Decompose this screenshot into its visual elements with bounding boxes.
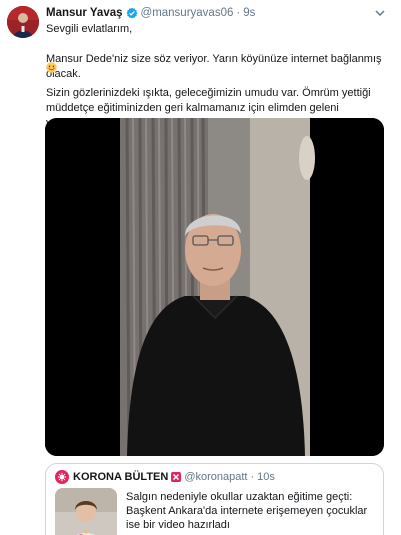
corona-bulletin-logo-icon[interactable] xyxy=(55,470,69,484)
verified-badge-icon xyxy=(126,7,137,19)
quoted-tweet-header: KORONA BÜLTEN @koronapatt · 10s xyxy=(55,470,275,484)
smiling-face-emoji xyxy=(46,62,57,73)
author-handle[interactable]: @mansuryavas06 xyxy=(141,7,234,19)
tweet-timestamp[interactable]: 9s xyxy=(243,7,255,19)
quoted-tweet-thumbnail[interactable] xyxy=(55,488,117,535)
tweet-text-greeting: Sevgili evlatlarım, xyxy=(46,23,133,35)
author-name[interactable]: Mansur Yavaş xyxy=(46,7,123,19)
quoted-timestamp[interactable]: 10s xyxy=(257,471,275,483)
tweet-text-promise: Mansur Dede'niz size söz veriyor. Yarın … xyxy=(46,53,382,80)
quoted-separator-dot: · xyxy=(250,471,255,483)
video-frame xyxy=(45,118,384,456)
quoted-author-handle[interactable]: @koronapatt xyxy=(184,471,247,483)
quoted-tweet[interactable]: KORONA BÜLTEN @koronapatt · 10s Salgın n… xyxy=(45,463,384,535)
tweet-video[interactable] xyxy=(45,118,384,456)
quoted-tweet-text: Salgın nedeniyle okullar uzaktan eğitime… xyxy=(126,491,368,531)
tweet[interactable]: Mansur Yavaş @mansuryavas06 · 9s Sevgili… xyxy=(0,0,401,535)
quoted-author-name[interactable]: KORONA BÜLTEN xyxy=(73,471,168,483)
avatar[interactable] xyxy=(7,6,39,38)
separator-dot: · xyxy=(236,7,241,19)
caret-down-icon[interactable] xyxy=(373,6,387,20)
tweet-header: Mansur Yavaş @mansuryavas06 · 9s xyxy=(46,4,255,22)
corona-alert-badge-icon xyxy=(171,472,182,482)
